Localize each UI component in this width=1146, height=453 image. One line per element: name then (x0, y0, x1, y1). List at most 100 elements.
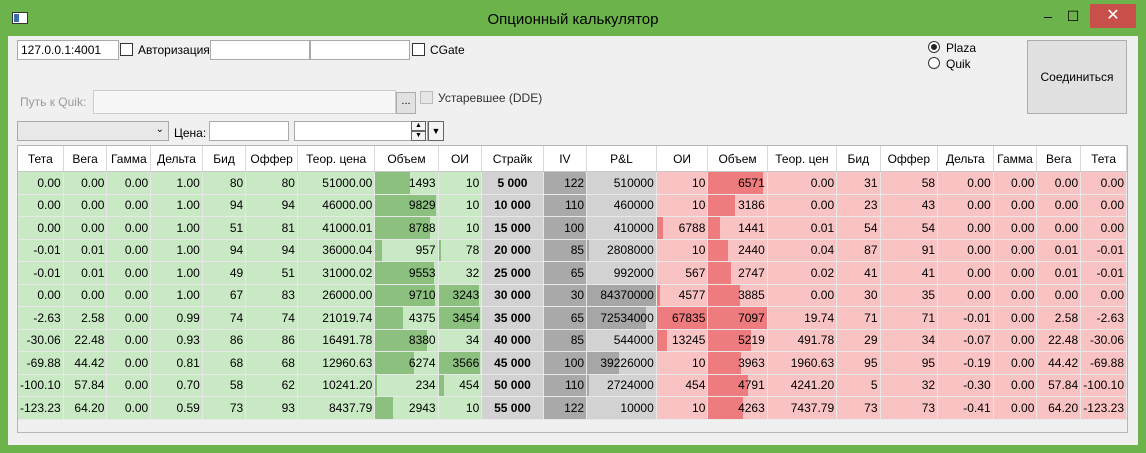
table-cell: 122 (543, 171, 588, 195)
table-row[interactable]: 0.00 0.00 0.00 1.00 94 94 46000.00 9829 10 10 000… (18, 194, 1127, 217)
volume-bar (587, 239, 590, 261)
auth-checkbox[interactable] (120, 43, 133, 56)
cell-value: 1.00 (176, 220, 200, 235)
table-cell: 95 (880, 351, 939, 375)
quik-path-input[interactable] (93, 90, 396, 114)
table-cell: 0.00 (937, 239, 994, 262)
table-row[interactable]: 0.00 0.00 0.00 1.00 67 83 26000.00 9710 3243 30 0… (18, 284, 1127, 307)
address-input[interactable]: 127.0.0.1:4001 (17, 40, 119, 60)
column-header[interactable]: Теор. цен (767, 146, 838, 172)
minimize-button[interactable]: – (1036, 4, 1060, 28)
volume-bar (656, 284, 661, 306)
table-cell: 0.00 (1036, 194, 1082, 217)
quik-radio[interactable] (928, 57, 940, 69)
price-input[interactable] (209, 121, 289, 141)
table-cell: 0.59 (150, 396, 203, 420)
table-row[interactable]: -123.23 64.20 0.00 0.59 73 93 8437.79 2943 10 55 … (18, 396, 1127, 420)
dde-checkbox[interactable] (420, 91, 433, 104)
cell-value: 35 000 (494, 310, 531, 325)
column-header[interactable]: Дельта (150, 146, 203, 172)
column-header[interactable]: Гамма (993, 146, 1038, 172)
close-button[interactable]: ✕ (1090, 4, 1136, 28)
column-header[interactable]: Тета (1080, 146, 1127, 172)
table-cell: 0.00 (106, 171, 152, 195)
table-cell: 0.00 (1036, 171, 1082, 195)
connect-button[interactable]: Соединиться (1027, 40, 1127, 114)
table-cell: 5 000 (481, 171, 544, 195)
cgate-checkbox[interactable] (412, 43, 425, 56)
table-cell: 40 000 (481, 329, 544, 352)
cell-value: 51000.00 (322, 175, 373, 190)
cell-value: 0.00 (1011, 220, 1035, 235)
column-header[interactable]: Вега (1036, 146, 1082, 172)
cell-value: 10 (692, 355, 706, 370)
plaza-radio[interactable] (928, 41, 940, 53)
security-select[interactable]: ⌄ (17, 121, 169, 141)
table-cell: -69.88 (18, 351, 64, 375)
cell-value: 110 (564, 198, 585, 213)
column-header[interactable]: Бид (836, 146, 881, 172)
cell-value: 122 (564, 175, 585, 190)
column-header[interactable]: IV (543, 146, 588, 172)
table-cell: 10 (438, 194, 483, 217)
table-cell: 1.00 (150, 171, 203, 195)
calendar-dropdown-icon[interactable]: ▼ (428, 121, 444, 141)
cell-value: 41000.01 (322, 220, 373, 235)
table-cell: 87 (836, 239, 881, 262)
table-row[interactable]: -0.01 0.01 0.00 1.00 94 94 36000.04 957 78 20 000… (18, 239, 1127, 262)
table-row[interactable]: 0.00 0.00 0.00 1.00 80 80 51000.00 1493 10 5 000 1… (18, 171, 1127, 195)
login-input[interactable] (210, 40, 310, 60)
cell-value: 51 (281, 265, 295, 280)
column-header[interactable]: Дельта (937, 146, 994, 172)
cell-value: 0.00 (1054, 220, 1079, 235)
cell-value: 93 (281, 400, 295, 415)
spin-down-icon[interactable]: ▼ (411, 131, 426, 141)
column-header[interactable]: Оффер (245, 146, 298, 172)
column-header[interactable]: Страйк (481, 146, 544, 172)
table-row[interactable]: -0.01 0.01 0.00 1.00 49 51 31000.02 9553 32 25 00… (18, 261, 1127, 285)
column-header[interactable]: ОИ (656, 146, 709, 172)
table-cell: -0.01 (1080, 261, 1127, 285)
password-input[interactable] (310, 40, 410, 60)
cell-value: 0.00 (967, 220, 991, 235)
table-row[interactable]: -30.06 22.48 0.00 0.93 86 86 16491.78 8380 34 40 … (18, 329, 1127, 352)
table-cell: 0.00 (937, 216, 994, 240)
maximize-button[interactable]: ☐ (1060, 4, 1086, 28)
table-cell: 0.00 (993, 171, 1038, 195)
table-row[interactable]: -2.63 2.58 0.00 0.99 74 74 21019.74 4375 3454 35 … (18, 306, 1127, 330)
date-input[interactable] (294, 121, 428, 141)
cell-value: 10 (692, 243, 706, 258)
table-cell: -0.19 (937, 351, 994, 375)
table-cell: 0.02 (767, 261, 838, 285)
cell-value: 94 (281, 198, 295, 213)
table-row[interactable]: -100.10 57.84 0.00 0.70 58 62 10241.20 234 454 50… (18, 374, 1127, 397)
cell-value: 0.00 (1011, 378, 1035, 393)
table-cell: 5 (836, 374, 881, 397)
cell-value: 10 (465, 400, 480, 415)
spin-up-icon[interactable]: ▲ (411, 121, 426, 131)
column-header[interactable]: Оффер (880, 146, 939, 172)
column-header[interactable]: Объем (707, 146, 768, 172)
column-header[interactable]: ОИ (438, 146, 483, 172)
table-cell: 57.84 (63, 374, 108, 397)
column-header[interactable]: Вега (63, 146, 108, 172)
title-bar: Опционный калькулятор – ☐ ✕ (0, 0, 1146, 36)
column-header[interactable]: Бид (202, 146, 247, 172)
column-header[interactable]: Теор. цена (297, 146, 376, 172)
table-cell: 0.00 (106, 216, 152, 240)
column-header[interactable]: Объем (374, 146, 439, 172)
table-row[interactable]: 0.00 0.00 0.00 1.00 51 81 41000.01 8788 10 15 000… (18, 216, 1127, 240)
table-cell: -0.01 (18, 261, 64, 285)
table-cell: 0.00 (767, 284, 838, 307)
cell-value: 491.78 (797, 333, 835, 348)
table-cell: 0.01 (63, 239, 108, 262)
column-header[interactable]: P&L (586, 146, 657, 172)
browse-button[interactable]: ... (396, 92, 416, 114)
column-header[interactable]: Гамма (106, 146, 152, 172)
volume-bar (543, 239, 573, 261)
table-cell: 0.00 (993, 329, 1038, 352)
volume-bar (375, 397, 394, 419)
table-row[interactable]: -69.88 44.42 0.00 0.81 68 68 12960.63 6274 3566 4… (18, 351, 1127, 375)
cell-value: 2943 (408, 400, 436, 415)
column-header[interactable]: Тета (18, 146, 64, 172)
